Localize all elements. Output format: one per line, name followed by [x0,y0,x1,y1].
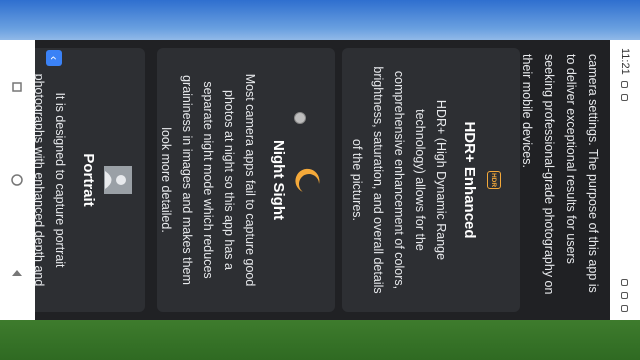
card-body: It is designed to capture portrait photo… [35,73,67,287]
nav-home-button[interactable] [11,173,25,187]
signal-icon [621,292,629,299]
feature-card-hdr: HDR HDR+ Enhanced HDR+ (High Dynamic Ran… [342,48,520,312]
card-title: Portrait [80,153,97,207]
scroll-content[interactable]: camera settings. The purpose of this app… [35,40,610,320]
card-title: HDR+ Enhanced [461,121,478,239]
moon-icon [295,168,320,192]
rotated-app-view: 11:21 camera settings. The purpose of th… [0,40,640,320]
card-body: Most camera apps fail to capture good ph… [159,73,257,287]
chevron-left-icon: ‹ [47,56,61,60]
card-body: HDR+ (High Dynamic Range technology) all… [350,66,448,294]
hdr-icon: HDR [484,66,504,294]
feature-card-night: Night Sight Most camera apps fail to cap… [157,48,335,312]
moon-icon [293,66,323,294]
intro-paragraph: camera settings. The purpose of this app… [520,54,600,295]
portrait-icon [104,166,132,194]
touch-cursor [294,112,306,124]
nav-back-button[interactable] [11,266,25,280]
back-triangle-icon [12,270,23,277]
back-button[interactable]: ‹ [46,50,62,66]
wifi-icon [621,279,629,286]
notification-icon [621,93,629,101]
home-icon [11,174,24,186]
battery-icon [621,305,629,312]
notification-icon [621,80,629,88]
navigation-bar [0,40,35,320]
card-title: Night Sight [270,140,287,220]
hdr-badge: HDR [487,171,501,189]
status-time: 11:21 [619,48,631,75]
status-bar: 11:21 [610,40,640,320]
portrait-icon [103,66,133,294]
recents-icon [12,81,23,92]
phone-screen: 11:21 camera settings. The purpose of th… [0,40,640,320]
nav-recents-button[interactable] [11,80,25,94]
feature-card-portrait: Portrait It is designed to capture portr… [35,48,145,312]
